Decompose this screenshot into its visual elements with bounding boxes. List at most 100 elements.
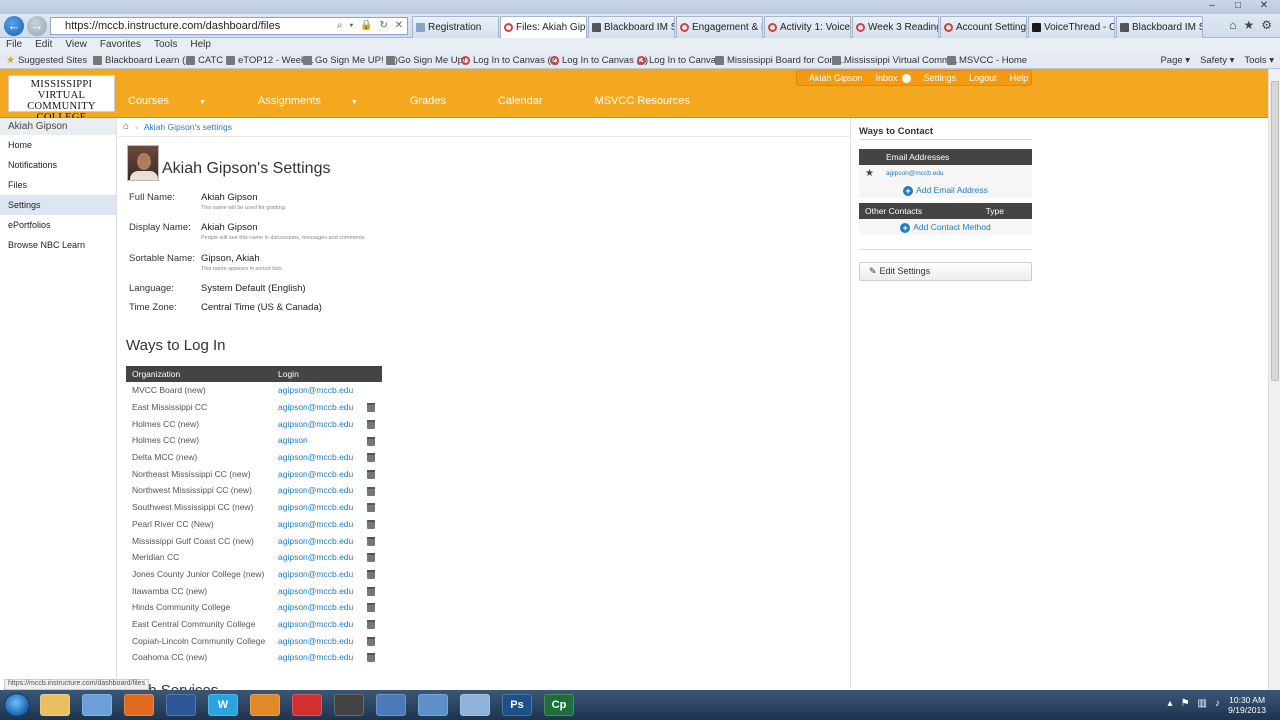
sidebar-item-eportfolios[interactable]: ePortfolios (0, 215, 116, 235)
taskbar-app-icon[interactable]: Ps (502, 694, 532, 716)
favorite-link[interactable]: Mississippi Virtual Comm... (832, 52, 958, 68)
settings-gear-icon[interactable]: ⚙ (1261, 18, 1272, 32)
login-link[interactable]: agipson@mccb.edu (272, 482, 360, 499)
taskbar-app-icon[interactable]: W (208, 694, 238, 716)
trash-icon[interactable] (367, 603, 375, 613)
flag-icon[interactable]: ⚑ (1181, 698, 1190, 709)
taskbar-app-icon[interactable] (250, 694, 280, 716)
login-link[interactable]: agipson@mccb.edu (272, 599, 360, 616)
network-icon[interactable]: ▥ (1198, 698, 1207, 709)
msvcc-logo[interactable]: MISSISSIPPI VIRTUAL COMMUNITY COLLEGE CO… (8, 75, 115, 128)
favorite-link[interactable]: Go Sign Me Up! (386, 52, 466, 68)
address-bar[interactable]: https://mccb.instructure.com/dashboard/f… (50, 17, 408, 35)
login-link[interactable]: agipson@mccb.edu (272, 415, 360, 432)
trash-icon[interactable] (367, 620, 375, 630)
minimize-icon[interactable]: – (1200, 0, 1224, 12)
trash-icon[interactable] (367, 419, 375, 429)
settings-link[interactable]: Settings (924, 73, 957, 83)
browser-tab[interactable]: Week 3 Readings ... (852, 16, 939, 38)
sidebar-item-browse-nbc-learn[interactable]: Browse NBC Learn (0, 235, 116, 255)
avatar[interactable] (127, 145, 159, 181)
favorite-link[interactable]: Log In to Canvas (3) (550, 52, 648, 68)
browser-tab[interactable]: Blackboard IM Sig... (1116, 16, 1203, 38)
menu-item[interactable]: Favorites (94, 38, 148, 52)
taskbar-app-icon[interactable] (40, 694, 70, 716)
taskbar-clock[interactable]: 10:30 AM 9/19/2013 (1228, 695, 1266, 715)
taskbar-app-icon[interactable] (292, 694, 322, 716)
command-menu[interactable]: Tools ▾ (1244, 52, 1274, 68)
login-link[interactable]: agipson@mccb.edu (272, 499, 360, 516)
nav-grades[interactable]: Grades (410, 95, 472, 107)
favorite-link[interactable]: MSVCC - Home (947, 52, 1027, 68)
trash-icon[interactable] (367, 453, 375, 463)
address-actions[interactable]: ⌕ ▾ 🔒 ↻ ✕ (337, 18, 405, 34)
trash-icon[interactable] (367, 519, 375, 529)
trash-icon[interactable] (367, 403, 375, 413)
favorite-link[interactable]: Log In to Canvas (637, 52, 721, 68)
sidebar-item-home[interactable]: Home (0, 135, 116, 155)
login-link[interactable]: agipson@mccb.edu (272, 382, 360, 399)
login-link[interactable]: agipson@mccb.edu (272, 649, 360, 666)
close-icon[interactable]: ✕ (1252, 0, 1276, 12)
email-link[interactable]: agipson@mccb.edu (886, 165, 944, 182)
menu-item[interactable]: View (59, 38, 94, 52)
trash-icon[interactable] (367, 469, 375, 479)
favorite-link[interactable]: eTOP12 - Week 1 (226, 52, 314, 68)
login-link[interactable]: agipson (272, 432, 360, 449)
trash-icon[interactable] (367, 553, 375, 563)
trash-icon[interactable] (367, 570, 375, 580)
login-link[interactable]: agipson@mccb.edu (272, 566, 360, 583)
menu-item[interactable]: Edit (29, 38, 59, 52)
login-link[interactable]: agipson@mccb.edu (272, 465, 360, 482)
browser-tab[interactable]: Activity 1: Voice T... (764, 16, 851, 38)
command-menu[interactable]: Page ▾ (1160, 52, 1190, 68)
login-link[interactable]: agipson@mccb.edu (272, 516, 360, 533)
trash-icon[interactable] (367, 503, 375, 513)
taskbar-app-icon[interactable] (460, 694, 490, 716)
sidebar-item-settings[interactable]: Settings (0, 195, 116, 215)
browser-tab[interactable]: Account Settings (940, 16, 1027, 38)
login-link[interactable]: agipson@mccb.edu (272, 399, 360, 416)
favorite-link[interactable]: Log In to Canvas (2) (461, 52, 559, 68)
login-link[interactable]: agipson@mccb.edu (272, 616, 360, 633)
add-contact-method-button[interactable]: + Add Contact Method (859, 219, 1032, 235)
favorite-link[interactable]: ★ Suggested Sites (6, 52, 87, 68)
help-link[interactable]: Help (1010, 73, 1029, 83)
logout-link[interactable]: Logout (969, 73, 997, 83)
trash-icon[interactable] (367, 536, 375, 546)
taskbar-app-icon[interactable] (124, 694, 154, 716)
browser-tab[interactable]: Blackboard IM Sig... (588, 16, 675, 38)
start-button[interactable] (4, 693, 30, 717)
scrollbar-thumb[interactable] (1271, 81, 1279, 381)
favorites-star-icon[interactable]: ★ (1243, 18, 1254, 32)
nav-msvcc-resources[interactable]: MSVCC Resources (595, 95, 716, 107)
volume-icon[interactable]: ♪ (1215, 698, 1220, 709)
edit-settings-button[interactable]: ✎ Edit Settings (859, 262, 1032, 281)
taskbar-app-icon[interactable] (418, 694, 448, 716)
login-link[interactable]: agipson@mccb.edu (272, 532, 360, 549)
trash-icon[interactable] (367, 436, 375, 446)
login-link[interactable]: agipson@mccb.edu (272, 582, 360, 599)
back-arrow-icon[interactable]: ← (4, 16, 24, 36)
trash-icon[interactable] (367, 586, 375, 596)
maximize-icon[interactable]: □ (1226, 0, 1250, 12)
favorite-link[interactable]: Blackboard Learn (2) (93, 52, 194, 68)
nav-assignments[interactable]: Assignments ▼ (258, 95, 384, 107)
sidebar-item-files[interactable]: Files (0, 175, 116, 195)
command-menu[interactable]: Safety ▾ (1200, 52, 1234, 68)
add-email-button[interactable]: + Add Email Address (859, 182, 1032, 198)
page-scrollbar[interactable] (1268, 69, 1280, 690)
menu-item[interactable]: Tools (148, 38, 184, 52)
favorite-link[interactable]: CATC (186, 52, 223, 68)
home-icon[interactable]: ⌂ (123, 121, 129, 132)
home-icon[interactable]: ⌂ (1229, 18, 1236, 32)
trash-icon[interactable] (367, 486, 375, 496)
login-link[interactable]: agipson@mccb.edu (272, 632, 360, 649)
sidebar-item-notifications[interactable]: Notifications (0, 155, 116, 175)
browser-tab[interactable]: Files: Akiah Gip...✕ (500, 16, 587, 38)
trash-icon[interactable] (367, 653, 375, 663)
favorite-link[interactable]: Mississippi Board for Com... (715, 52, 845, 68)
browser-tab[interactable]: Engagement & In... (676, 16, 763, 38)
inbox-link[interactable]: Inbox (876, 73, 911, 84)
taskbar-app-icon[interactable] (82, 694, 112, 716)
